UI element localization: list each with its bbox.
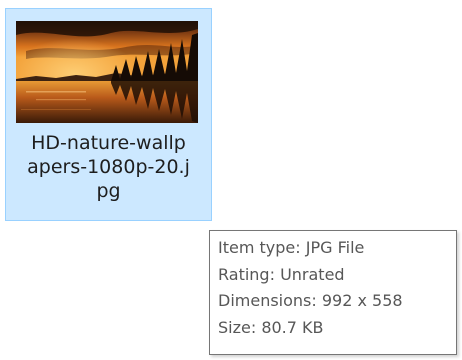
tooltip-size: Size: 80.7 KB <box>218 317 324 337</box>
image-thumbnail-picture <box>16 21 198 123</box>
image-thumbnail[interactable] <box>16 21 198 123</box>
tooltip-rating: Rating: Unrated <box>218 264 345 284</box>
file-name-line-2: apers-1080p-20.j <box>27 156 190 178</box>
tooltip-item-type: Item type: JPG File <box>218 238 365 257</box>
file-name-line-3: pg <box>96 180 121 202</box>
tooltip-dimensions: Dimensions: 992 x 558 <box>218 291 403 310</box>
file-item-selected[interactable]: HD-nature-wallp apers-1080p-20.j pg <box>5 8 212 221</box>
file-info-tooltip: Item type: JPG File Rating: Unrated Dime… <box>209 230 457 355</box>
explorer-view: HD-nature-wallp apers-1080p-20.j pg Item… <box>0 0 462 360</box>
file-name-label[interactable]: HD-nature-wallp apers-1080p-20.j pg <box>6 131 211 203</box>
file-name-line-1: HD-nature-wallp <box>31 132 186 154</box>
